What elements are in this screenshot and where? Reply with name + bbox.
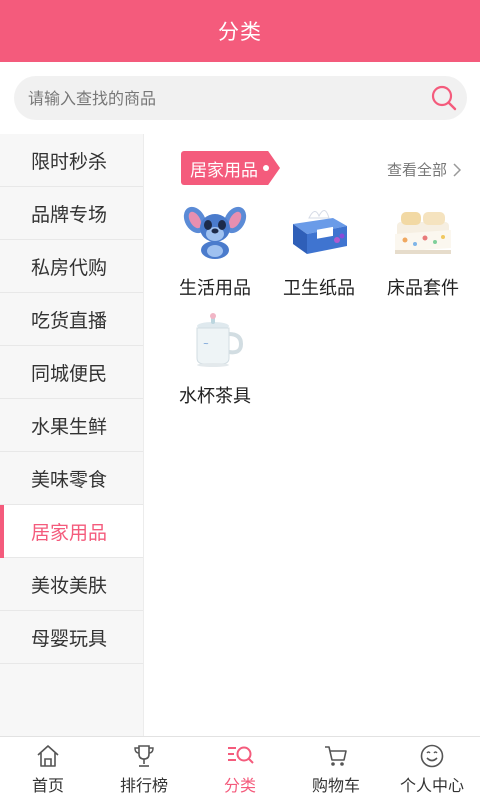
subcategory-label: 生活用品 — [179, 278, 251, 299]
category-content: 居家用品 查看全部 生活用品 卫生纸品 床品套件 ~ 水杯茶具 — [145, 134, 480, 736]
sidebar-item-label: 吃货直播 — [31, 309, 108, 332]
subcategory-daily-goods[interactable]: 生活用品 — [167, 204, 263, 304]
search-box[interactable] — [14, 76, 467, 120]
sidebar-item-label: 同城便民 — [31, 362, 108, 385]
bottom-tab-bar: 首页 排行榜 分类 购物车 个人中心 — [0, 736, 480, 800]
subcategory-cups-tea[interactable]: ~ 水杯茶具 — [167, 312, 263, 412]
category-sidebar: 限时秒杀 品牌专场 私房代购 吃货直播 同城便民 水果生鲜 美味零食 居家用品 … — [0, 134, 144, 736]
search-area — [0, 62, 480, 134]
sidebar-item-brand-special[interactable]: 品牌专场 — [0, 187, 143, 240]
tab-category[interactable]: 分类 — [192, 737, 288, 800]
tab-label: 分类 — [223, 775, 256, 795]
tab-label: 购物车 — [311, 775, 360, 795]
search-input[interactable] — [14, 76, 429, 120]
subcategory-bedding[interactable]: 床品套件 — [375, 204, 471, 304]
section-title: 居家用品 — [190, 160, 258, 181]
section-title-tag: 居家用品 — [181, 151, 280, 185]
subcategory-tissue[interactable]: 卫生纸品 — [271, 204, 367, 304]
chevron-right-icon — [453, 162, 461, 177]
category-icon — [226, 742, 254, 770]
sidebar-item-home-goods[interactable]: 居家用品 — [0, 505, 143, 558]
subcategory-label: 卫生纸品 — [283, 278, 355, 299]
sidebar-item-label: 限时秒杀 — [31, 150, 108, 173]
svg-text:~: ~ — [203, 340, 209, 348]
sidebar-item-fresh-fruit[interactable]: 水果生鲜 — [0, 399, 143, 452]
tab-label: 排行榜 — [119, 775, 168, 795]
sidebar-item-label: 美味零食 — [31, 468, 108, 491]
tab-ranking[interactable]: 排行榜 — [96, 737, 192, 800]
page-title: 分类 — [218, 20, 262, 44]
sidebar-item-label: 私房代购 — [31, 256, 108, 279]
sidebar-item-local-service[interactable]: 同城便民 — [0, 346, 143, 399]
tab-profile[interactable]: 个人中心 — [384, 737, 480, 800]
cart-icon — [322, 742, 350, 770]
tab-label: 个人中心 — [399, 775, 464, 795]
tissue-box-icon — [287, 204, 351, 260]
sidebar-item-label: 居家用品 — [31, 521, 108, 544]
sidebar-item-baby-toys[interactable]: 母婴玩具 — [0, 611, 143, 664]
sidebar-item-beauty[interactable]: 美妆美肤 — [0, 558, 143, 611]
sidebar-item-snacks[interactable]: 美味零食 — [0, 452, 143, 505]
tab-home[interactable]: 首页 — [0, 737, 96, 800]
sidebar-item-flash-sale[interactable]: 限时秒杀 — [0, 134, 143, 187]
mug-icon: ~ — [183, 312, 247, 368]
view-all-link[interactable]: 查看全部 — [387, 159, 461, 180]
sidebar-item-label: 水果生鲜 — [31, 415, 108, 438]
tab-label: 首页 — [31, 775, 64, 795]
smiley-icon — [418, 742, 446, 770]
subcategory-label: 水杯茶具 — [179, 386, 251, 407]
plush-toy-icon — [183, 204, 247, 260]
search-icon[interactable] — [429, 83, 459, 113]
sidebar-item-private-purchase[interactable]: 私房代购 — [0, 240, 143, 293]
section-header: 居家用品 查看全部 — [181, 151, 461, 185]
sidebar-item-label: 母婴玩具 — [31, 627, 108, 650]
top-bar: 分类 — [0, 0, 480, 62]
tag-dot — [263, 165, 269, 171]
trophy-icon — [130, 742, 158, 770]
home-icon — [34, 742, 62, 770]
sidebar-item-label: 美妆美肤 — [31, 574, 108, 597]
tab-cart[interactable]: 购物车 — [288, 737, 384, 800]
view-all-label: 查看全部 — [386, 161, 447, 179]
subcategory-label: 床品套件 — [387, 278, 459, 299]
bedding-set-icon — [391, 204, 455, 260]
sidebar-item-label: 品牌专场 — [31, 203, 108, 226]
sidebar-item-foodie-live[interactable]: 吃货直播 — [0, 293, 143, 346]
